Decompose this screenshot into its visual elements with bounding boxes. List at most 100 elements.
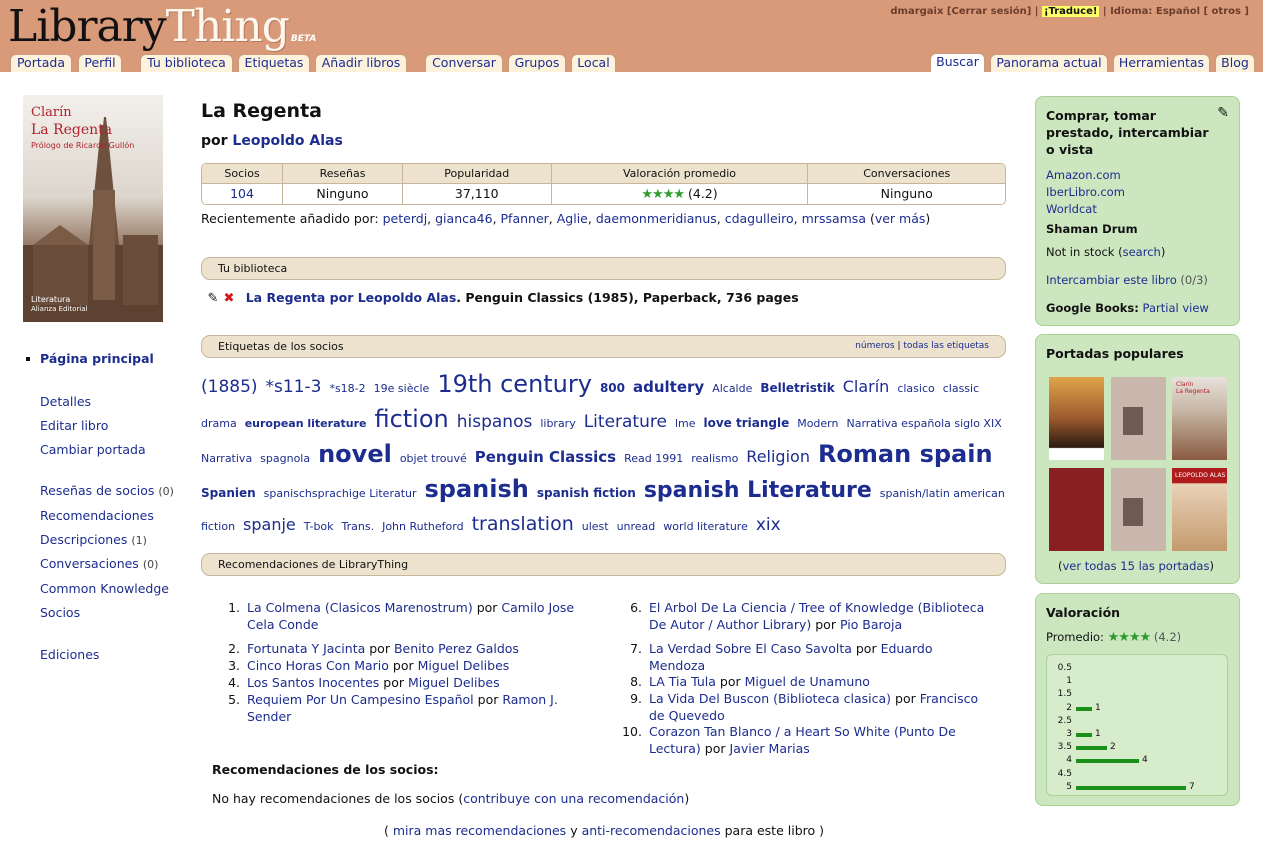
tab-blog[interactable]: Blog <box>1215 54 1255 72</box>
rec-title-link[interactable]: Cinco Horas Con Mario <box>247 658 389 673</box>
tag-link[interactable]: unread <box>617 520 656 533</box>
tag-link[interactable]: *s11-3 <box>266 377 322 397</box>
tag-link[interactable]: Trans. <box>342 520 375 533</box>
nav-descripciones[interactable]: Descripciones (1) <box>40 532 147 547</box>
rec-author-link-cont[interactable]: Mendoza <box>649 658 705 673</box>
nav-editar-libro[interactable]: Editar libro <box>40 418 108 433</box>
tag-link[interactable]: Modern <box>797 417 838 430</box>
tag-link[interactable]: objet trouvé <box>400 452 467 465</box>
rec-title-link[interactable]: Los Santos Inocentes <box>247 675 379 690</box>
contribute-link[interactable]: contribuye con una recomendación <box>463 791 684 806</box>
members-count-link[interactable]: 104 <box>230 186 254 201</box>
rec-author-link[interactable]: Pio Baroja <box>840 617 902 632</box>
tag-link[interactable]: Penguin Classics <box>475 448 616 466</box>
tag-link[interactable]: Read 1991 <box>624 452 683 465</box>
nav-socios[interactable]: Socios <box>40 605 80 620</box>
tab-perfil[interactable]: Perfil <box>78 54 122 72</box>
tab-local[interactable]: Local <box>571 54 616 72</box>
rec-title-link[interactable]: Fortunata Y Jacinta <box>247 641 365 656</box>
rec-title-link[interactable]: Corazon Tan Blanco / a Heart So White (P… <box>649 724 956 739</box>
tag-link[interactable]: love triangle <box>703 416 789 430</box>
tag-link[interactable]: Clarín <box>843 377 890 396</box>
user-link[interactable]: peterdj <box>383 211 428 226</box>
rec-author-link[interactable]: Miguel de Unamuno <box>745 674 870 689</box>
book-cover[interactable]: Clarín La Regenta Prólogo de Ricardo Gul… <box>23 95 163 322</box>
cover-thumbnail[interactable] <box>1111 468 1166 551</box>
see-more-link[interactable]: ver más <box>875 211 926 226</box>
tag-link[interactable]: Narrativa <box>201 452 252 465</box>
tag-link[interactable]: *s18-2 <box>329 382 365 395</box>
user-link[interactable]: gianca46 <box>435 211 492 226</box>
tag-link[interactable]: John Rutheford <box>382 520 464 533</box>
rec-title-link-cont[interactable]: Lectura) <box>649 741 701 756</box>
tag-link[interactable]: Spanien <box>201 486 256 500</box>
rec-author-link[interactable]: Camilo Jose <box>501 600 574 615</box>
rec-title-link[interactable]: La Verdad Sobre El Caso Savolta <box>649 641 852 656</box>
tag-link[interactable]: Religion <box>746 447 810 466</box>
cover-thumbnail[interactable]: Clarín La Regenta <box>1172 377 1227 460</box>
tag-link[interactable]: Roman spain <box>818 440 993 468</box>
nav-ediciones[interactable]: Ediciones <box>40 647 99 662</box>
tag-link[interactable]: spanje <box>243 515 296 534</box>
tag-link[interactable]: spanish fiction <box>537 486 636 500</box>
rec-title-link[interactable]: LA Tia Tula <box>649 674 716 689</box>
tab-buscar[interactable]: Buscar <box>930 53 985 72</box>
more-recs-link[interactable]: mira mas recomendaciones <box>393 823 566 838</box>
tag-link[interactable]: clasico <box>897 382 934 395</box>
user-link[interactable]: Aglie <box>557 211 588 226</box>
user-link[interactable]: mrssamsa <box>802 211 866 226</box>
tab-panorama-actual[interactable]: Panorama actual <box>990 54 1108 72</box>
logout-link[interactable]: [Cerrar sesión] <box>947 6 1031 17</box>
iberlibro-link[interactable]: IberLibro.com <box>1046 185 1125 199</box>
delete-icon[interactable]: ✖ <box>221 291 237 306</box>
tag-link[interactable]: spanish <box>425 475 529 503</box>
rec-title-link-cont[interactable]: De Autor / Author Library) <box>649 617 811 632</box>
nav-resenas[interactable]: Reseñas de socios (0) <box>40 483 174 498</box>
stock-search-link[interactable]: search <box>1123 245 1161 259</box>
language-selector[interactable]: Idioma: Español [ otros ] <box>1110 6 1249 17</box>
amazon-link[interactable]: Amazon.com <box>1046 168 1121 182</box>
pencil-icon[interactable]: ✎ <box>1217 105 1229 121</box>
tag-link[interactable]: hispanos <box>457 412 533 432</box>
cover-thumbnail[interactable] <box>1049 468 1104 551</box>
tag-link[interactable]: world literature <box>663 520 748 533</box>
tab-conversar[interactable]: Conversar <box>425 54 503 72</box>
tag-link[interactable]: novel <box>318 440 392 468</box>
see-all-covers-link[interactable]: ver todas 15 las portadas <box>1063 559 1210 573</box>
tag-link[interactable]: Belletristik <box>760 381 834 395</box>
tag-link[interactable]: 800 <box>600 381 625 395</box>
tab-anadir-libros[interactable]: Añadir libros <box>315 54 407 72</box>
rec-title-link[interactable]: El Arbol De La Ciencia / Tree of Knowled… <box>649 600 984 615</box>
tag-link[interactable]: T-bok <box>304 520 334 533</box>
rec-author-link[interactable]: Eduardo <box>881 641 933 656</box>
tag-link[interactable]: ulest <box>582 520 609 533</box>
nav-detalles[interactable]: Detalles <box>40 394 91 409</box>
tab-herramientas[interactable]: Herramientas <box>1113 54 1210 72</box>
rec-author-link[interactable]: Benito Perez Galdos <box>394 641 519 656</box>
rec-author-link[interactable]: Miguel Delibes <box>408 675 500 690</box>
tag-link[interactable]: xix <box>756 515 781 535</box>
rec-title-link[interactable]: La Vida Del Buscon (Biblioteca clasica) <box>649 691 891 706</box>
user-link[interactable]: daemonmeridianus <box>596 211 717 226</box>
tag-link[interactable]: library <box>540 417 575 430</box>
tag-link[interactable]: translation <box>472 513 574 535</box>
tag-link[interactable]: (1885) <box>201 377 258 397</box>
my-library-book-link[interactable]: La Regenta por Leopoldo Alas <box>246 290 457 305</box>
user-link[interactable]: cdagulleiro <box>725 211 794 226</box>
tab-tu-biblioteca[interactable]: Tu biblioteca <box>140 54 233 72</box>
tab-etiquetas[interactable]: Etiquetas <box>238 54 310 72</box>
tag-link[interactable]: spagnola <box>260 452 310 465</box>
tag-link[interactable]: realismo <box>691 452 738 465</box>
anti-recs-link[interactable]: anti-recomendaciones <box>582 823 721 838</box>
nav-cambiar-portada[interactable]: Cambiar portada <box>40 442 146 457</box>
cover-thumbnail[interactable] <box>1049 377 1104 460</box>
tag-link[interactable]: 19e siècle <box>374 382 430 395</box>
tags-numbers-link[interactable]: números <box>855 341 894 351</box>
nav-conversaciones[interactable]: Conversaciones (0) <box>40 556 158 571</box>
tag-link[interactable]: fiction <box>374 405 448 433</box>
nav-recomendaciones[interactable]: Recomendaciones <box>40 508 154 523</box>
user-link[interactable]: Pfanner <box>501 211 549 226</box>
tag-link[interactable]: lme <box>675 417 696 430</box>
rec-author-link[interactable]: Javier Marias <box>730 741 810 756</box>
swap-link[interactable]: Intercambiar este libro <box>1046 273 1177 287</box>
